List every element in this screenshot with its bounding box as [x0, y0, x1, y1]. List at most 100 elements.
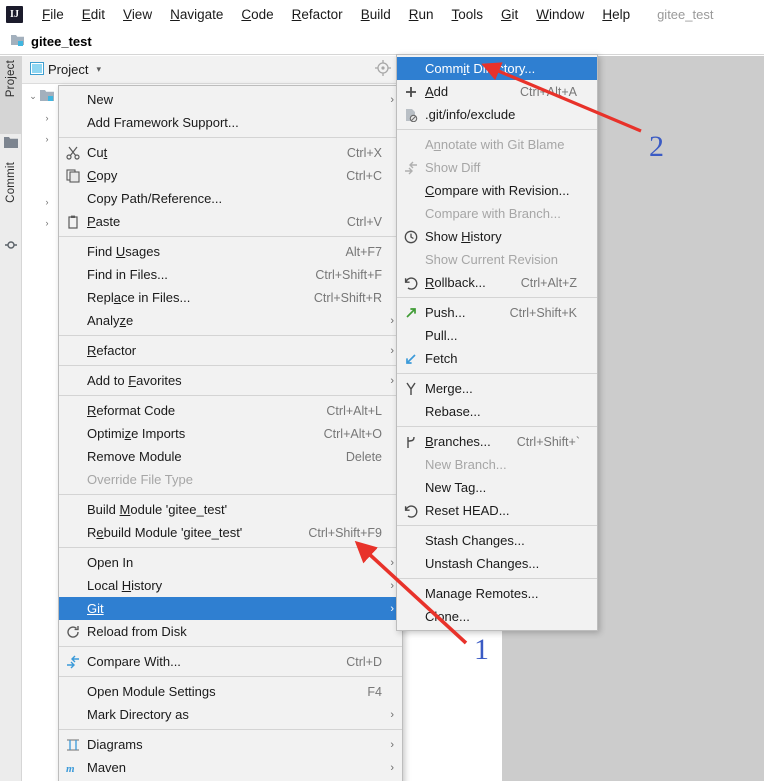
git-item-new-tag[interactable]: New Tag... — [397, 476, 597, 499]
menu-item-maven[interactable]: m Maven › — [59, 756, 402, 779]
menu-item-new[interactable]: New › — [59, 88, 402, 111]
no-icon — [63, 684, 83, 700]
git-item-rollback[interactable]: Rollback... Ctrl+Alt+Z — [397, 271, 597, 294]
menu-item-find-usages[interactable]: Find Usages Alt+F7 — [59, 240, 402, 263]
project-view-title[interactable]: Project — [48, 62, 88, 77]
git-item-show-history[interactable]: Show History — [397, 225, 597, 248]
menu-item-copy-path-reference[interactable]: Copy Path/Reference... — [59, 187, 402, 210]
git-item-unstash-changes[interactable]: Unstash Changes... — [397, 552, 597, 575]
menu-item-label: Rebase... — [425, 404, 481, 419]
git-item-fetch[interactable]: Fetch — [397, 347, 597, 370]
menu-item-add-framework-support[interactable]: Add Framework Support... — [59, 111, 402, 134]
stripe-button-project[interactable]: Project — [0, 56, 22, 134]
menu-item-analyze[interactable]: Analyze › — [59, 309, 402, 332]
menu-item-reload-from-disk[interactable]: Reload from Disk — [59, 620, 402, 643]
menu-item-git[interactable]: Git › — [59, 597, 402, 620]
menu-item-remove-module[interactable]: Remove Module Delete — [59, 445, 402, 468]
menu-item-shortcut: Ctrl+Shift+F — [315, 267, 382, 282]
chevron-right-icon[interactable]: › — [40, 113, 54, 123]
menu-item-open-in[interactable]: Open In › — [59, 551, 402, 574]
menu-item-shortcut: Ctrl+Alt+A — [520, 84, 577, 99]
git-item-git-info-exclude[interactable]: .git/info/exclude — [397, 103, 597, 126]
git-item-reset-head[interactable]: Reset HEAD... — [397, 499, 597, 522]
menubar-item-navigate[interactable]: Navigate — [161, 4, 232, 25]
no-icon — [401, 183, 421, 199]
git-item-commit-directory[interactable]: Commit Directory... — [397, 57, 597, 80]
menubar-item-window[interactable]: Window — [527, 4, 593, 25]
menubar-item-edit[interactable]: Edit — [73, 4, 114, 25]
git-item-compare-with-revision[interactable]: Compare with Revision... — [397, 179, 597, 202]
menu-item-reformat-code[interactable]: Reformat Code Ctrl+Alt+L — [59, 399, 402, 422]
menu-item-label: Analyze — [87, 313, 134, 328]
menubar-item-refactor[interactable]: Refactor — [283, 4, 352, 25]
no-icon — [401, 137, 421, 153]
menu-item-label: Pull... — [425, 328, 458, 343]
menu-item-replace-in-files[interactable]: Replace in Files... Ctrl+Shift+R — [59, 286, 402, 309]
menubar-item-tools[interactable]: Tools — [443, 4, 493, 25]
menu-item-label: Reformat Code — [87, 403, 176, 418]
commit-stripe-icon — [5, 239, 17, 254]
menu-item-rebuild-module-gitee-test[interactable]: Rebuild Module 'gitee_test' Ctrl+Shift+F9 — [59, 521, 402, 544]
menu-item-label: Build Module 'gitee_test' — [87, 502, 228, 517]
clipboard-icon — [63, 214, 83, 230]
chevron-right-icon[interactable]: › — [40, 218, 54, 228]
menu-item-label: Compare with Revision... — [425, 183, 570, 198]
menu-item-refactor[interactable]: Refactor › — [59, 339, 402, 362]
menu-item-label: Diagrams — [87, 737, 143, 752]
push-icon — [401, 305, 421, 321]
menubar-item-build[interactable]: Build — [352, 4, 400, 25]
menu-item-diagrams[interactable]: Diagrams › — [59, 733, 402, 756]
no-icon — [63, 707, 83, 723]
no-icon — [401, 328, 421, 344]
breadcrumb-project[interactable]: gitee_test — [31, 34, 92, 49]
chevron-down-icon[interactable]: ▾ — [96, 64, 101, 75]
git-item-branches[interactable]: Branches... Ctrl+Shift+` — [397, 430, 597, 453]
project-toolbar: Project ▾ — [22, 56, 401, 84]
git-item-merge[interactable]: Merge... — [397, 377, 597, 400]
menu-item-find-in-files[interactable]: Find in Files... Ctrl+Shift+F — [59, 263, 402, 286]
no-icon — [401, 457, 421, 473]
menu-separator — [59, 365, 402, 366]
no-icon — [401, 252, 421, 268]
menu-item-copy[interactable]: Copy Ctrl+C — [59, 164, 402, 187]
menu-item-compare-with[interactable]: Compare With... Ctrl+D — [59, 650, 402, 673]
project-stripe-icon — [4, 136, 18, 152]
chevron-expanded-icon[interactable]: ⌄ — [26, 91, 40, 102]
stripe-button-commit[interactable]: Commit — [0, 158, 22, 236]
chevron-right-icon[interactable]: › — [40, 197, 54, 207]
git-item-manage-remotes[interactable]: Manage Remotes... — [397, 582, 597, 605]
menu-item-cut[interactable]: Cut Ctrl+X — [59, 141, 402, 164]
git-item-rebase[interactable]: Rebase... — [397, 400, 597, 423]
locate-icon[interactable] — [375, 60, 391, 79]
undo-icon — [401, 503, 421, 519]
menubar-item-help[interactable]: Help — [593, 4, 639, 25]
menu-item-optimize-imports[interactable]: Optimize Imports Ctrl+Alt+O — [59, 422, 402, 445]
menubar-item-run[interactable]: Run — [400, 4, 443, 25]
submenu-arrow-icon: › — [390, 93, 394, 106]
menubar-item-code[interactable]: Code — [232, 4, 282, 25]
menubar-item-git[interactable]: Git — [492, 4, 527, 25]
menu-item-local-history[interactable]: Local History › — [59, 574, 402, 597]
menu-separator — [59, 676, 402, 677]
git-item-push[interactable]: Push... Ctrl+Shift+K — [397, 301, 597, 324]
menu-item-paste[interactable]: Paste Ctrl+V — [59, 210, 402, 233]
no-icon — [63, 373, 83, 389]
submenu-arrow-icon: › — [390, 579, 394, 592]
menu-item-add-to-favorites[interactable]: Add to Favorites › — [59, 369, 402, 392]
submenu-arrow-icon: › — [390, 602, 394, 615]
git-item-add[interactable]: Add Ctrl+Alt+A — [397, 80, 597, 103]
menu-item-label: Rollback... — [425, 275, 486, 290]
menu-item-build-module-gitee-test[interactable]: Build Module 'gitee_test' — [59, 498, 402, 521]
left-tool-stripe: Project Commit — [0, 56, 22, 781]
git-item-stash-changes[interactable]: Stash Changes... — [397, 529, 597, 552]
menu-separator — [397, 297, 597, 298]
menu-item-label: Add to Favorites — [87, 373, 182, 388]
menubar-item-view[interactable]: View — [114, 4, 161, 25]
menu-item-open-module-settings[interactable]: Open Module Settings F4 — [59, 680, 402, 703]
menubar-item-file[interactable]: File — [33, 4, 73, 25]
no-icon — [63, 92, 83, 108]
menu-item-mark-directory-as[interactable]: Mark Directory as › — [59, 703, 402, 726]
git-item-pull[interactable]: Pull... — [397, 324, 597, 347]
chevron-right-icon[interactable]: › — [40, 134, 54, 144]
git-item-clone[interactable]: Clone... — [397, 605, 597, 628]
